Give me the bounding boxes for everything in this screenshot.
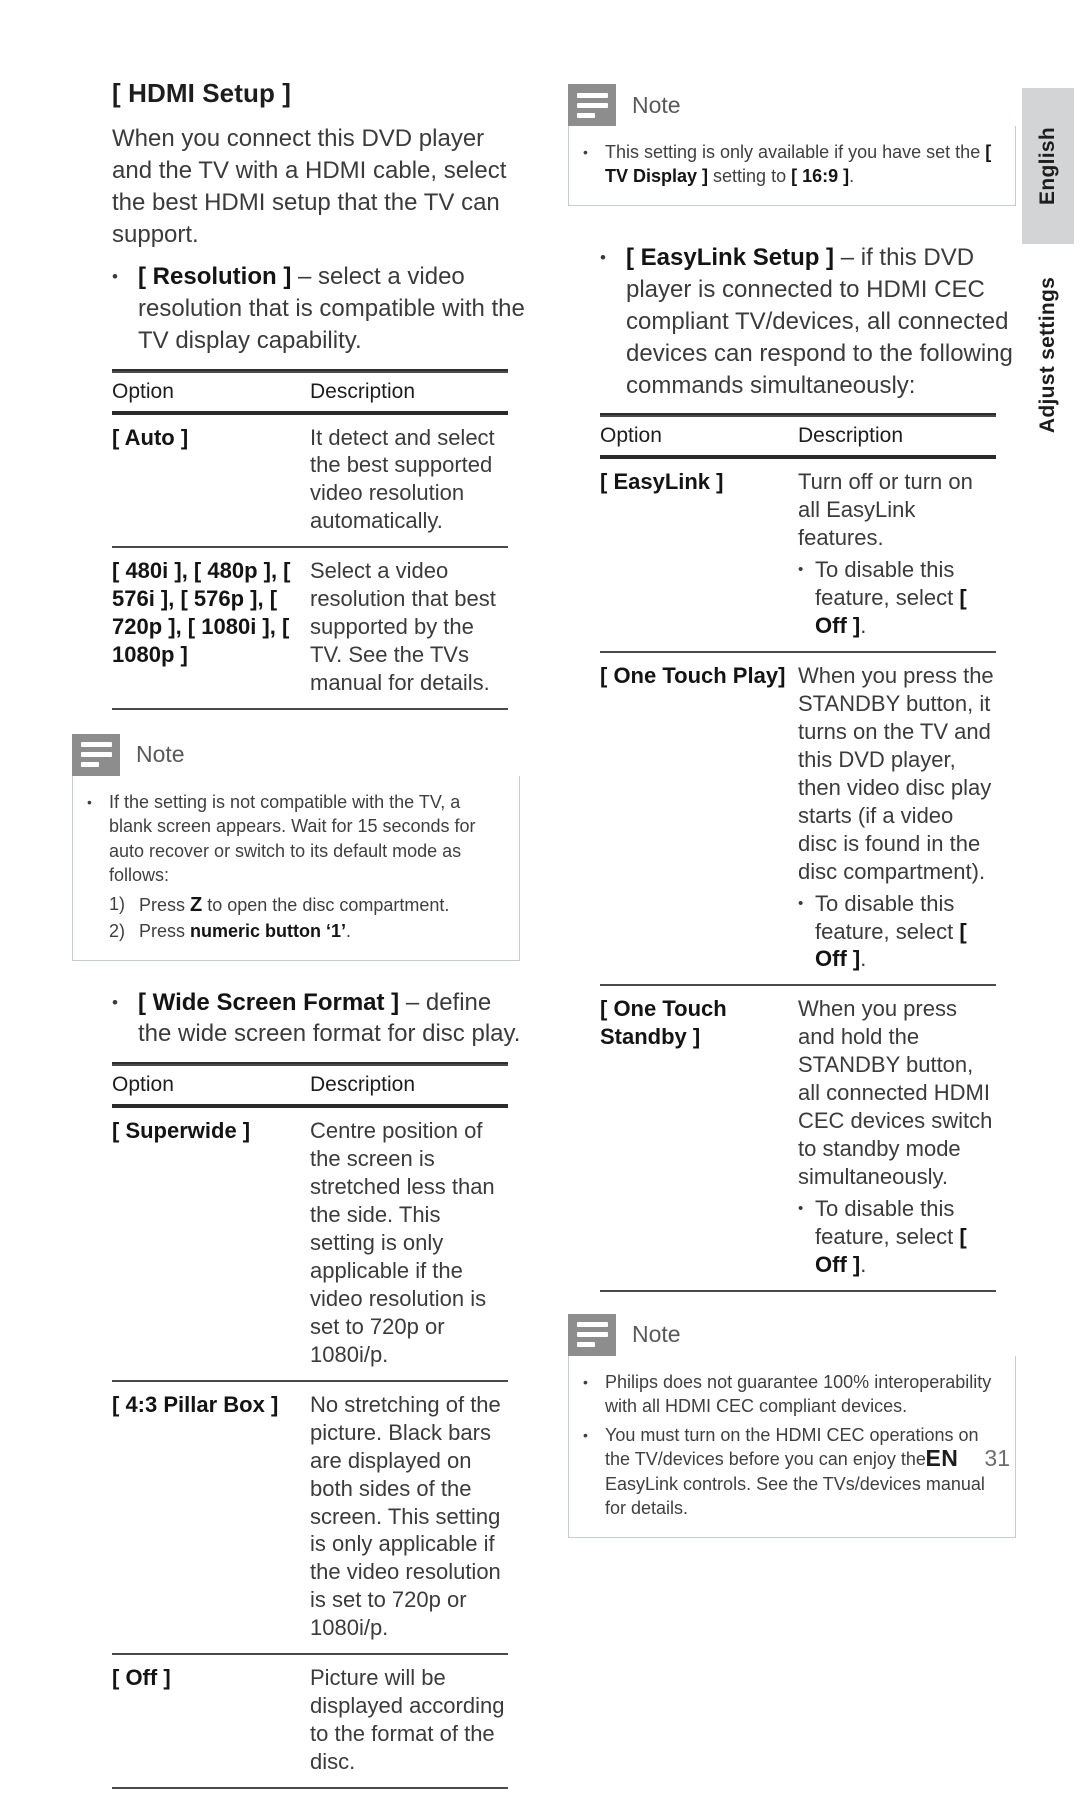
resolution-table: Option Description [ Auto ] It detect an…	[112, 368, 508, 710]
language-tab: English	[1022, 88, 1074, 244]
note-icon	[72, 733, 120, 776]
table-cell-description: Centre position of the screen is stretch…	[310, 1106, 508, 1382]
bullet-dot-icon: •	[798, 561, 804, 579]
note-header: Note	[568, 84, 1016, 126]
eject-glyph-icon: Z	[190, 893, 203, 916]
column-header-option: Option	[112, 1065, 310, 1109]
table-row: [ Auto ] It detect and select the best s…	[112, 412, 508, 549]
note-header: Note	[568, 1313, 1016, 1356]
page-title: [ HDMI Setup ]	[112, 78, 292, 108]
sub-bullet: • To disable this feature, select [ Off ]…	[798, 1195, 967, 1277]
table-cell-description: Select a video resolution that best supp…	[310, 547, 508, 710]
left-column: [ HDMI Setup ] When you connect this DVD…	[72, 78, 530, 1795]
section-tab: Adjust settings	[1022, 270, 1074, 440]
table-cell-option: [ Superwide ]	[112, 1106, 310, 1382]
note-body: • If the setting is not compatible with …	[72, 775, 520, 961]
easylink-label: [ EasyLink Setup ]	[626, 243, 835, 271]
note-bullet: • If the setting is not compatible with …	[87, 790, 503, 888]
column-header-description: Description	[310, 371, 508, 415]
table-cell-description: No stretching of the picture. Black bars…	[310, 1380, 508, 1656]
language-tab-label: English	[1036, 127, 1059, 205]
table-cell-description: It detect and select the best supported …	[310, 412, 508, 549]
table-header-row: Option Description	[600, 416, 996, 460]
note-step-1: 1) Press Z to open the disc compartment.	[109, 893, 450, 916]
table-row: [ One Touch Play] When you press the STA…	[600, 652, 996, 987]
note-bullet: • This setting is only available if you …	[583, 140, 999, 189]
widescreen-bullet-text: [ Wide Screen Format ] – define the wide…	[138, 987, 530, 1051]
easylink-bullet-text: [ EasyLink Setup ] – if this DVD player …	[626, 242, 1018, 402]
right-column: Note • This setting is only available if…	[568, 84, 1018, 1546]
note-box-tv-display: Note • This setting is only available if…	[568, 84, 1016, 206]
footer-language-code: EN	[925, 1445, 959, 1471]
note-step-2: 2) Press numeric button ‘1’.	[109, 921, 352, 942]
sub-bullet: • To disable this feature, select [ Off ]…	[798, 557, 967, 639]
table-cell-option: [ Auto ]	[112, 412, 310, 549]
table-cell-option: [ 480i ], [ 480p ], [ 576i ], [ 576p ], …	[112, 547, 310, 710]
resolution-bullet: • [ Resolution ] – select a video resolu…	[112, 261, 530, 357]
note-icon	[568, 1313, 616, 1356]
sub-bullet: • To disable this feature, select [ Off ]…	[798, 890, 967, 972]
easylink-bullet: • [ EasyLink Setup ] – if this DVD playe…	[600, 242, 1018, 402]
note-header: Note	[72, 733, 520, 776]
bullet-dot-icon: •	[583, 144, 588, 160]
page-footer: EN 31	[0, 1445, 1010, 1472]
note-title: Note	[632, 1321, 681, 1348]
bullet-dot-icon: •	[112, 266, 118, 286]
table-cell-option: [ One Touch Play]	[600, 652, 798, 987]
column-header-option: Option	[112, 371, 310, 415]
note-icon	[568, 84, 616, 126]
widescreen-bullet: • [ Wide Screen Format ] – define the wi…	[112, 987, 530, 1051]
column-header-description: Description	[798, 416, 996, 460]
widescreen-label: [ Wide Screen Format ]	[138, 988, 400, 1016]
table-cell-option: [ Off ]	[112, 1654, 310, 1789]
bullet-dot-icon: •	[112, 992, 118, 1012]
manual-page: [ HDMI Setup ] When you connect this DVD…	[0, 0, 1080, 1789]
widescreen-table: Option Description [ Superwide ] Centre …	[112, 1062, 508, 1789]
note-box-resolution: Note • If the setting is not compatible …	[72, 733, 520, 961]
bullet-dot-icon: •	[583, 1373, 588, 1390]
bullet-dot-icon: •	[87, 793, 92, 810]
table-row: [ Off ] Picture will be displayed accord…	[112, 1654, 508, 1789]
footer-page-number: 31	[984, 1445, 1010, 1471]
table-row: [ One Touch Standby ] When you press and…	[600, 985, 996, 1292]
table-cell-description: Turn off or turn on all EasyLink feature…	[798, 457, 996, 654]
note-box-easylink: Note • Philips does not guarantee 100% i…	[568, 1313, 1016, 1538]
note-title: Note	[632, 91, 681, 118]
hdmi-intro-paragraph: When you connect this DVD player and the…	[112, 125, 507, 248]
resolution-label: [ Resolution ]	[138, 262, 292, 290]
table-row: [ Superwide ] Centre position of the scr…	[112, 1106, 508, 1382]
table-row: [ EasyLink ] Turn off or turn on all Eas…	[600, 457, 996, 654]
table-cell-description: When you press and hold the STANDBY butt…	[798, 985, 996, 1292]
note-title: Note	[136, 741, 185, 768]
note-bullet: • Philips does not guarantee 100% intero…	[583, 1370, 999, 1419]
easylink-table: Option Description [ EasyLink ] Turn off…	[600, 413, 996, 1292]
section-tab-label: Adjust settings	[1036, 276, 1059, 434]
table-cell-option: [ 4:3 Pillar Box ]	[112, 1380, 310, 1656]
column-header-description: Description	[310, 1065, 508, 1109]
note-body: • This setting is only available if you …	[568, 126, 1016, 206]
bullet-dot-icon: •	[798, 894, 804, 912]
table-header-row: Option Description	[112, 371, 508, 415]
table-cell-description: When you press the STANDBY button, it tu…	[798, 652, 996, 987]
table-cell-option: [ One Touch Standby ]	[600, 985, 798, 1292]
column-header-option: Option	[600, 416, 798, 460]
table-row: [ 480i ], [ 480p ], [ 576i ], [ 576p ], …	[112, 547, 508, 710]
table-row: [ 4:3 Pillar Box ] No stretching of the …	[112, 1380, 508, 1656]
bullet-dot-icon: •	[798, 1199, 804, 1217]
table-cell-option: [ EasyLink ]	[600, 457, 798, 654]
table-cell-description: Picture will be displayed according to t…	[310, 1654, 508, 1789]
bullet-dot-icon: •	[600, 247, 606, 267]
resolution-bullet-text: [ Resolution ] – select a video resoluti…	[138, 261, 530, 357]
table-header-row: Option Description	[112, 1065, 508, 1109]
